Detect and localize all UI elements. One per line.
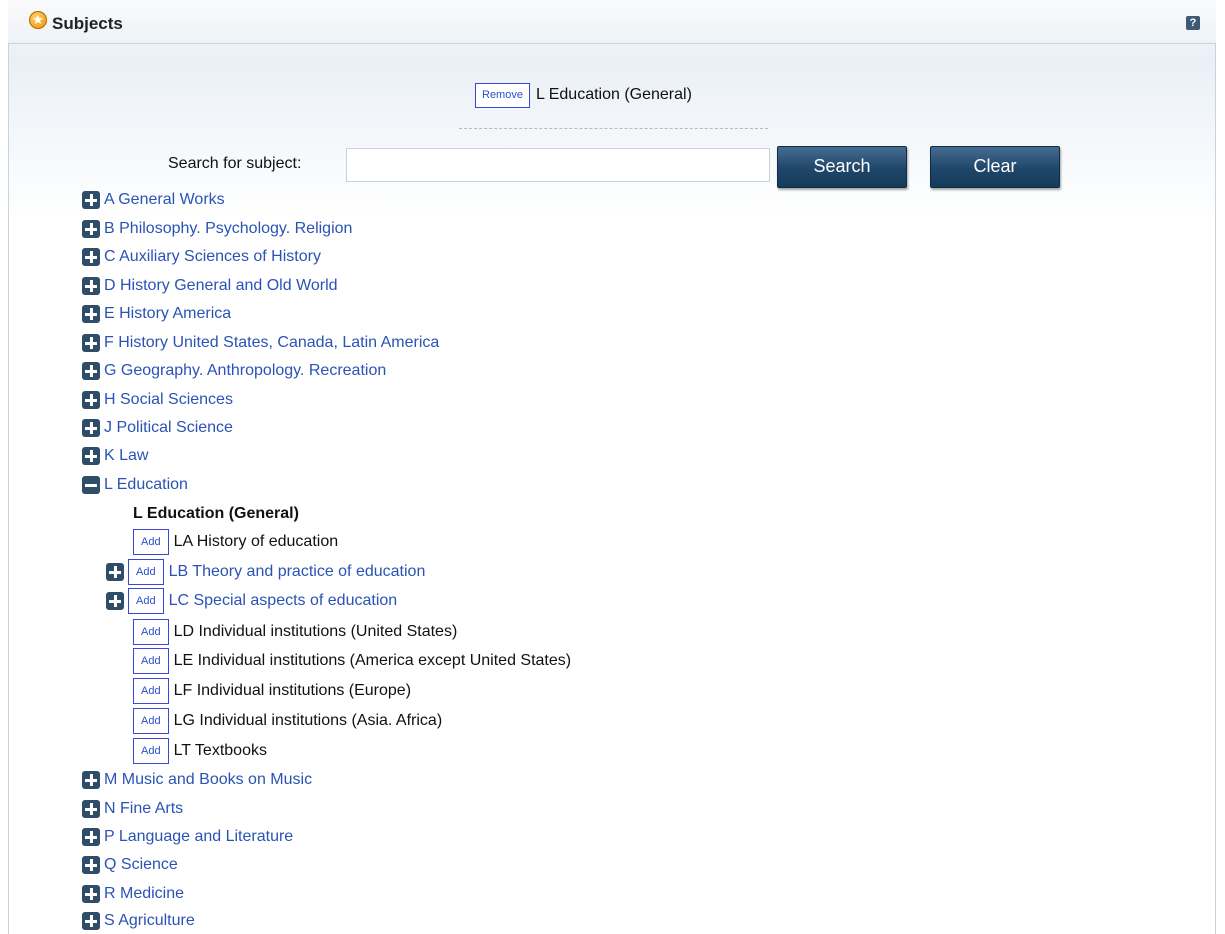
- expand-plus-icon[interactable]: [82, 912, 100, 930]
- tree-subitem-general: L Education (General): [133, 501, 299, 527]
- tree-subitem-label: L Education (General): [133, 505, 299, 522]
- add-button[interactable]: Add: [133, 529, 169, 555]
- tree-item[interactable]: F History United States, Canada, Latin A…: [82, 330, 439, 356]
- tree-item-label[interactable]: E History America: [104, 305, 231, 323]
- divider: [459, 128, 768, 129]
- tree-item-label[interactable]: C Auxiliary Sciences of History: [104, 248, 321, 266]
- tree-subitem: Add LG Individual institutions (Asia. Afr…: [133, 708, 442, 734]
- tree-subitem: Add LD Individual institutions (United St…: [133, 619, 457, 645]
- tree-item-education[interactable]: L Education: [82, 472, 188, 498]
- search-label: Search for subject:: [168, 155, 302, 172]
- tree-item-label[interactable]: P Language and Literature: [104, 828, 293, 846]
- tree-item[interactable]: E History America: [82, 301, 231, 327]
- tree-item-label[interactable]: K Law: [104, 447, 148, 465]
- expand-plus-icon[interactable]: [82, 856, 100, 874]
- search-input[interactable]: [346, 148, 770, 182]
- tree-item[interactable]: K Law: [82, 443, 148, 469]
- tree-item-label[interactable]: F History United States, Canada, Latin A…: [104, 334, 439, 352]
- tree-subitem-label: LF Individual institutions (Europe): [173, 682, 412, 699]
- tree-item[interactable]: B Philosophy. Psychology. Religion: [82, 216, 352, 242]
- tree-item-label[interactable]: J Political Science: [104, 419, 233, 437]
- expand-plus-icon[interactable]: [82, 447, 100, 465]
- tree-item[interactable]: R Medicine: [82, 881, 184, 907]
- tree-item[interactable]: D History General and Old World: [82, 273, 338, 299]
- expand-plus-icon[interactable]: [82, 248, 100, 266]
- tree-item-label[interactable]: A General Works: [104, 191, 225, 209]
- tree-item[interactable]: M Music and Books on Music: [82, 767, 312, 793]
- clear-button[interactable]: Clear: [930, 146, 1060, 188]
- selected-subject: Remove L Education (General): [475, 81, 692, 109]
- tree-subitem-label[interactable]: LB Theory and practice of education: [169, 563, 426, 581]
- tree-subitem-label: LT Textbooks: [173, 742, 267, 759]
- expand-plus-icon[interactable]: [82, 828, 100, 846]
- add-button[interactable]: Add: [128, 559, 164, 585]
- tree-subitem: Add LB Theory and practice of education: [106, 559, 425, 585]
- tree-subitem-label: LG Individual institutions (Asia. Africa…: [173, 712, 443, 729]
- search-button[interactable]: Search: [777, 146, 907, 188]
- expand-plus-icon[interactable]: [106, 592, 124, 610]
- page-title: Subjects: [52, 14, 123, 33]
- add-button[interactable]: Add: [133, 648, 169, 674]
- add-button[interactable]: Add: [133, 619, 169, 645]
- tree-item-label[interactable]: M Music and Books on Music: [104, 771, 312, 789]
- tree-item-label[interactable]: S Agriculture: [104, 912, 195, 930]
- star-icon: ★: [29, 11, 47, 29]
- help-icon[interactable]: ?: [1186, 16, 1200, 30]
- tree-item-label[interactable]: G Geography. Anthropology. Recreation: [104, 362, 386, 380]
- tree-item[interactable]: N Fine Arts: [82, 796, 183, 822]
- tree-subitem-label: LD Individual institutions (United State…: [173, 623, 458, 640]
- expand-plus-icon[interactable]: [82, 771, 100, 789]
- tree-item[interactable]: S Agriculture: [82, 908, 195, 934]
- tree-subitem-label: LE Individual institutions (America exce…: [173, 652, 572, 669]
- expand-plus-icon[interactable]: [82, 334, 100, 352]
- add-button[interactable]: Add: [133, 678, 169, 704]
- tree-item-label[interactable]: R Medicine: [104, 885, 184, 903]
- tree-item-label[interactable]: H Social Sciences: [104, 391, 233, 409]
- add-button[interactable]: Add: [133, 738, 169, 764]
- tree-item[interactable]: J Political Science: [82, 415, 233, 441]
- tree-item[interactable]: Q Science: [82, 852, 178, 878]
- remove-button[interactable]: Remove: [475, 82, 530, 108]
- tree-item[interactable]: A General Works: [82, 187, 225, 213]
- expand-plus-icon[interactable]: [82, 800, 100, 818]
- expand-plus-icon[interactable]: [82, 419, 100, 437]
- expand-plus-icon[interactable]: [106, 563, 124, 581]
- expand-plus-icon[interactable]: [82, 220, 100, 238]
- add-button[interactable]: Add: [128, 588, 164, 614]
- tree-subitem: Add LE Individual institutions (America e…: [133, 648, 571, 674]
- expand-plus-icon[interactable]: [82, 305, 100, 323]
- tree-item-label[interactable]: N Fine Arts: [104, 800, 183, 818]
- tree-item[interactable]: G Geography. Anthropology. Recreation: [82, 358, 386, 384]
- tree-item-label[interactable]: L Education: [104, 476, 188, 494]
- subjects-panel: [8, 0, 1216, 934]
- tree-subitem: Add LF Individual institutions (Europe): [133, 678, 411, 704]
- tree-item-label[interactable]: Q Science: [104, 856, 178, 874]
- tree-item-label[interactable]: B Philosophy. Psychology. Religion: [104, 220, 352, 238]
- tree-item[interactable]: C Auxiliary Sciences of History: [82, 244, 321, 270]
- expand-plus-icon[interactable]: [82, 391, 100, 409]
- tree-item[interactable]: H Social Sciences: [82, 387, 233, 413]
- tree-subitem-label: LA History of education: [173, 533, 339, 550]
- add-button[interactable]: Add: [133, 708, 169, 734]
- tree-subitem: Add LT Textbooks: [133, 738, 267, 764]
- expand-plus-icon[interactable]: [82, 362, 100, 380]
- tree-item[interactable]: P Language and Literature: [82, 824, 293, 850]
- tree-subitem: Add LA History of education: [133, 529, 338, 555]
- tree-subitem: Add LC Special aspects of education: [106, 588, 397, 614]
- panel-header: [8, 0, 1216, 44]
- selected-subject-label: L Education (General): [535, 86, 692, 103]
- expand-plus-icon[interactable]: [82, 277, 100, 295]
- tree-item-label[interactable]: D History General and Old World: [104, 277, 338, 295]
- expand-plus-icon[interactable]: [82, 885, 100, 903]
- tree-subitem-label[interactable]: LC Special aspects of education: [169, 592, 398, 610]
- collapse-minus-icon[interactable]: [82, 476, 100, 494]
- expand-plus-icon[interactable]: [82, 191, 100, 209]
